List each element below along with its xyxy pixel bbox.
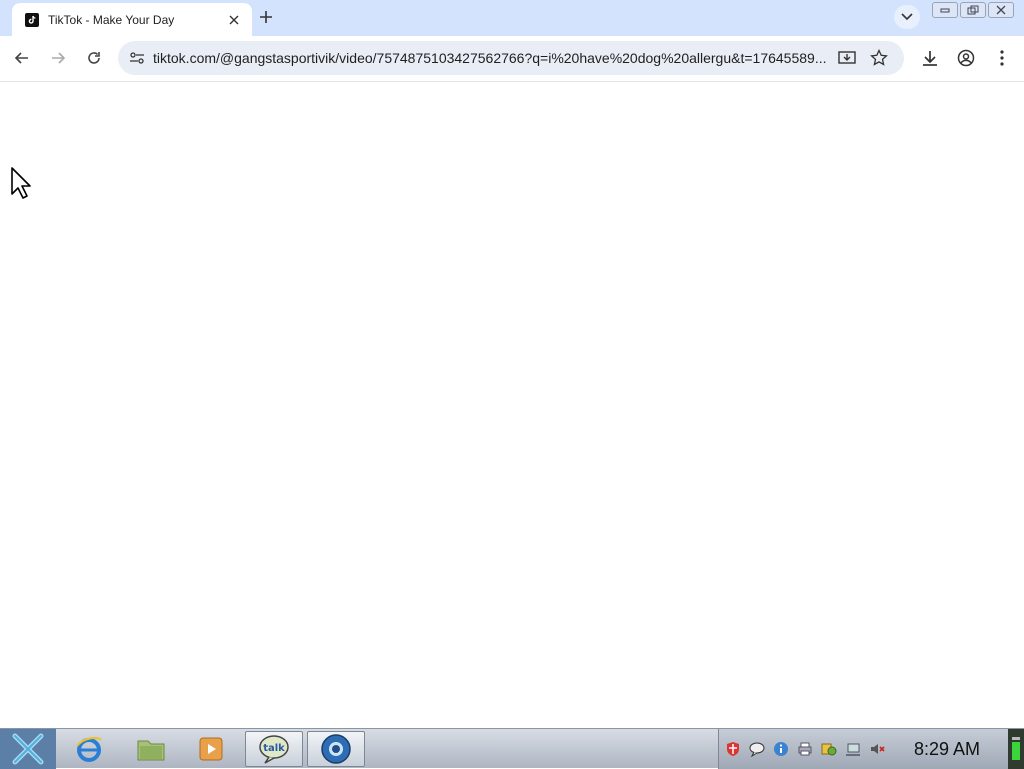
- site-info-icon[interactable]: [128, 49, 146, 67]
- close-window-button[interactable]: [988, 2, 1014, 18]
- tab-strip: TikTok - Make Your Day: [0, 0, 1024, 36]
- new-tab-button[interactable]: [256, 7, 276, 27]
- close-icon[interactable]: [226, 12, 242, 28]
- page-content[interactable]: [0, 82, 1024, 728]
- back-button[interactable]: [10, 46, 34, 70]
- downloads-icon[interactable]: [918, 46, 942, 70]
- profile-icon[interactable]: [954, 46, 978, 70]
- security-shield-icon[interactable]: [725, 741, 741, 757]
- info-icon[interactable]: [773, 741, 789, 757]
- display-icon[interactable]: [845, 741, 861, 757]
- tab-title: TikTok - Make Your Day: [48, 12, 175, 27]
- taskbar-clock[interactable]: 8:29 AM: [914, 739, 980, 760]
- window-controls: [932, 2, 1014, 18]
- tab-tiktok[interactable]: TikTok - Make Your Day: [12, 3, 252, 36]
- volume-muted-icon[interactable]: [869, 741, 885, 757]
- internet-explorer-icon[interactable]: [60, 731, 118, 767]
- address-bar[interactable]: tiktok.com/@gangstasportivik/video/75748…: [118, 41, 904, 75]
- google-talk-icon[interactable]: talk: [245, 731, 303, 767]
- media-player-icon[interactable]: [182, 731, 240, 767]
- tab-search-button[interactable]: [894, 5, 920, 29]
- browser-toolbar: tiktok.com/@gangstasportivik/video/75748…: [0, 36, 1024, 82]
- mouse-cursor-icon: [10, 166, 32, 200]
- show-desktop-button[interactable]: [1008, 729, 1024, 769]
- url-text[interactable]: tiktok.com/@gangstasportivik/video/75748…: [153, 50, 833, 66]
- install-app-icon[interactable]: [837, 49, 857, 67]
- taskbar: talk 8:29 AM: [0, 728, 1024, 769]
- bookmark-star-icon[interactable]: [869, 49, 889, 67]
- tiktok-icon: [24, 12, 40, 28]
- file-manager-icon[interactable]: [122, 731, 180, 767]
- reload-button[interactable]: [82, 46, 106, 70]
- menu-icon[interactable]: [990, 46, 1014, 70]
- browser-icon[interactable]: [307, 731, 365, 767]
- svg-text:talk: talk: [263, 743, 285, 754]
- restore-button[interactable]: [960, 2, 986, 18]
- forward-button[interactable]: [46, 46, 70, 70]
- network-settings-icon[interactable]: [821, 741, 837, 757]
- chat-bubble-icon[interactable]: [749, 741, 765, 757]
- minimize-button[interactable]: [932, 2, 958, 18]
- start-button[interactable]: [0, 729, 56, 769]
- printer-icon[interactable]: [797, 741, 813, 757]
